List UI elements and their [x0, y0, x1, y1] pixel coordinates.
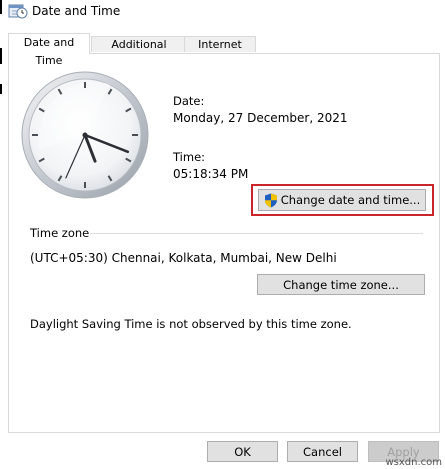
change-date-time-button[interactable]: Change date and time...: [258, 189, 426, 211]
ok-button[interactable]: OK: [207, 441, 278, 462]
left-edge-artifact: [0, 84, 2, 94]
title-bar: Date and Time: [0, 0, 445, 26]
date-label: Date:: [173, 94, 205, 108]
tab-internet-time[interactable]: Internet Time: [184, 36, 256, 67]
time-label: Time:: [173, 150, 206, 164]
time-zone-header: Time zone: [30, 226, 90, 240]
left-edge-artifact: [0, 48, 2, 64]
tab-additional-clocks[interactable]: Additional Clocks: [91, 36, 187, 67]
date-value: Monday, 27 December, 2021: [173, 111, 348, 125]
analog-clock: [21, 71, 149, 199]
cancel-button[interactable]: Cancel: [287, 441, 358, 462]
date-time-app-icon: [8, 2, 28, 20]
tab-date-and-time[interactable]: Date and Time: [8, 33, 90, 67]
change-time-zone-button[interactable]: Change time zone...: [257, 274, 425, 295]
watermark: wsxdn.com: [385, 457, 442, 468]
window-title: Date and Time: [32, 4, 121, 18]
dst-note: Daylight Saving Time is not observed by …: [30, 317, 352, 331]
time-zone-divider: [90, 233, 423, 234]
time-value: 05:18:34 PM: [173, 167, 249, 181]
change-date-time-label: Change date and time...: [280, 193, 421, 207]
uac-shield-icon: [264, 193, 278, 208]
time-zone-value: (UTC+05:30) Chennai, Kolkata, Mumbai, Ne…: [30, 251, 337, 265]
left-edge-artifact: [0, 0, 2, 14]
